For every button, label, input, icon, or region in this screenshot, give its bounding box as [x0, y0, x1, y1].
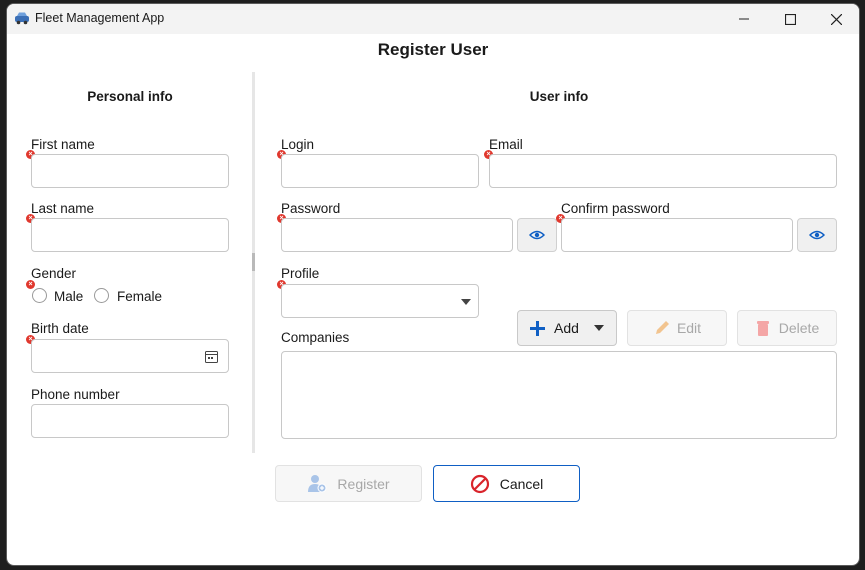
gender-male-radio[interactable] [32, 288, 47, 303]
chevron-down-icon[interactable] [593, 325, 604, 331]
email-label: Email [489, 137, 523, 152]
add-button-label: Add [554, 320, 579, 336]
error-icon: × [26, 280, 35, 289]
eye-icon [529, 230, 545, 240]
cancel-button-label: Cancel [499, 475, 544, 492]
login-label: Login [281, 137, 315, 152]
login-input[interactable] [281, 154, 479, 188]
divider-scroll-thumb[interactable] [252, 253, 255, 271]
cancel-button[interactable]: Cancel [433, 465, 580, 502]
minimize-icon [739, 18, 749, 20]
last-name-label: Last name [31, 201, 95, 216]
birth-date-label: Birth date [31, 321, 89, 336]
delete-company-button[interactable]: Delete [737, 310, 837, 346]
minimize-button[interactable] [721, 4, 767, 34]
confirm-password-input[interactable] [561, 218, 793, 252]
edit-button-label: Edit [676, 320, 702, 336]
companies-list[interactable] [281, 351, 837, 439]
title-bar: Fleet Management App [7, 4, 859, 34]
confirm-password-label: Confirm password [561, 201, 670, 216]
delete-button-label: Delete [778, 320, 820, 336]
phone-number-input[interactable] [31, 404, 229, 438]
gender-male-label: Male [54, 289, 84, 304]
cancel-icon [470, 474, 489, 493]
add-company-button[interactable]: Add [517, 310, 617, 346]
companies-label: Companies [281, 330, 350, 345]
profile-select[interactable] [281, 284, 479, 318]
register-button-label: Register [337, 475, 390, 492]
show-password-button[interactable] [517, 218, 557, 252]
last-name-input[interactable] [31, 218, 229, 252]
maximize-icon [784, 13, 796, 25]
add-user-icon [308, 475, 327, 493]
gender-female-label: Female [117, 289, 163, 304]
password-label: Password [281, 201, 341, 216]
first-name-input[interactable] [31, 154, 229, 188]
close-icon [830, 13, 842, 25]
app-window: Fleet Management App Register User Perso… [6, 3, 860, 566]
edit-company-button[interactable]: Edit [627, 310, 727, 346]
calendar-icon[interactable] [205, 350, 218, 363]
car-icon [15, 12, 29, 25]
register-button[interactable]: Register [275, 465, 422, 502]
email-input[interactable] [489, 154, 837, 188]
phone-number-label: Phone number [31, 387, 120, 402]
profile-label: Profile [281, 266, 320, 281]
user-info-heading: User info [529, 89, 589, 104]
birth-date-picker[interactable] [31, 339, 229, 373]
page-title: Register User [377, 40, 489, 59]
close-window-button[interactable] [813, 4, 859, 34]
gender-label: Gender [31, 266, 77, 281]
maximize-button[interactable] [767, 4, 813, 34]
personal-info-heading: Personal info [87, 89, 173, 104]
eye-icon [809, 230, 825, 240]
pencil-icon [655, 321, 669, 334]
show-confirm-password-button[interactable] [797, 218, 837, 252]
window-title: Fleet Management App [35, 11, 165, 25]
first-name-label: First name [31, 137, 95, 152]
plus-icon [530, 320, 545, 336]
password-input[interactable] [281, 218, 513, 252]
dropdown-arrow-icon [461, 299, 471, 305]
gender-female-radio[interactable] [94, 288, 109, 303]
trash-icon [756, 321, 769, 336]
